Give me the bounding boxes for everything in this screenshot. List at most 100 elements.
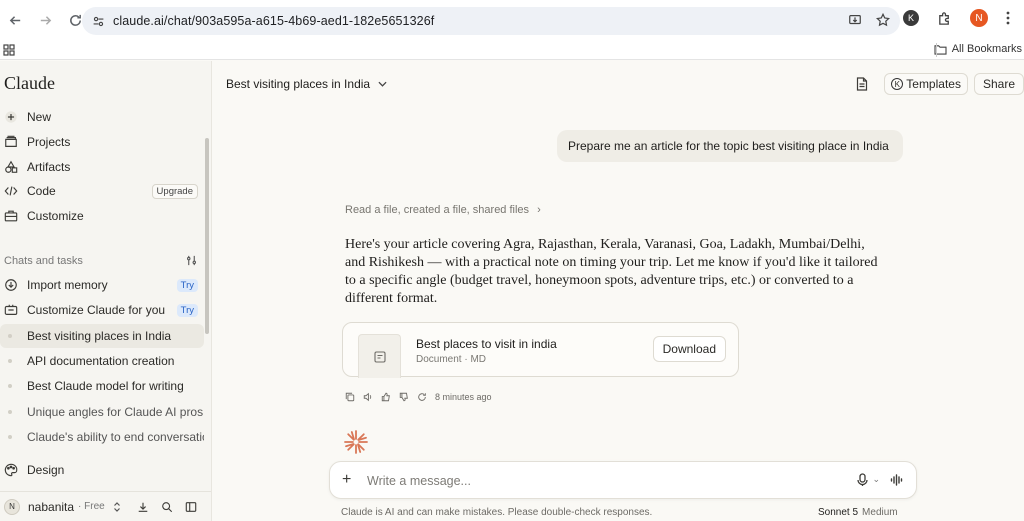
chat-dot xyxy=(8,359,12,363)
chevron-down-icon[interactable]: ⌄ xyxy=(872,474,880,485)
sidebar: Claude New Projects Artifacts Code Upgra… xyxy=(0,61,212,521)
chat-item-best-claude-model[interactable]: Best Claude model for writing xyxy=(0,374,204,398)
section-label-chats: Chats and tasks xyxy=(4,255,83,267)
profile-k-avatar[interactable]: K xyxy=(903,10,919,26)
templates-button[interactable]: K Templates xyxy=(884,73,968,95)
chat-item-unique-angles[interactable]: Unique angles for Claude AI pros xyxy=(0,400,204,424)
address-bar[interactable]: claude.ai/chat/903a595a-a615-4b69-aed1-1… xyxy=(82,7,900,35)
sidebar-item-artifacts[interactable]: Artifacts xyxy=(0,155,204,179)
retry-icon[interactable] xyxy=(417,392,427,402)
file-meta: Document · MD xyxy=(416,354,487,365)
import-icon xyxy=(4,278,18,292)
sidebar-item-design[interactable]: Design xyxy=(0,458,204,482)
upgrade-badge[interactable]: Upgrade xyxy=(151,183,198,199)
sidebar-item-customize-claude[interactable]: Customize Claude for you Try xyxy=(0,298,204,322)
chat-item-label: Best visiting places in India xyxy=(27,329,172,343)
user-message: Prepare me an article for the topic best… xyxy=(557,130,903,162)
chat-item-label: API documentation creation xyxy=(27,354,175,368)
sidebar-item-label: Artifacts xyxy=(27,160,71,174)
conversation-title: Best visiting places in India xyxy=(226,77,371,91)
briefcase-icon xyxy=(4,209,18,223)
plus-icon xyxy=(4,110,18,124)
chat-item-label: Unique angles for Claude AI pros xyxy=(27,405,204,419)
chat-dot xyxy=(8,410,12,414)
filter-icon[interactable] xyxy=(186,255,197,269)
shapes-icon xyxy=(4,160,18,174)
add-attachment-icon[interactable]: + xyxy=(342,471,351,489)
share-button[interactable]: Share xyxy=(973,73,1024,95)
menu-icon[interactable] xyxy=(1006,11,1010,25)
sidebar-item-import-memory[interactable]: Import memory Try xyxy=(0,273,204,297)
model-selector[interactable]: Sonnet 5 Medium xyxy=(818,507,898,518)
download-button[interactable]: Download xyxy=(652,336,726,362)
user-menu[interactable]: N nabanita · Free xyxy=(0,491,211,521)
claude-spark-icon xyxy=(344,430,368,454)
sidebar-item-new[interactable]: New xyxy=(0,105,204,129)
copy-icon[interactable] xyxy=(345,392,355,402)
tool-summary-toggle[interactable]: Read a file, created a file, shared file… xyxy=(345,204,541,216)
templates-k-icon: K xyxy=(891,78,904,90)
star-icon[interactable] xyxy=(876,13,890,27)
site-info-icon[interactable] xyxy=(92,15,105,28)
browser-toolbar: claude.ai/chat/903a595a-a615-4b69-aed1-1… xyxy=(0,0,1024,40)
conversation-title-button[interactable]: Best visiting places in India xyxy=(226,77,387,91)
all-bookmarks-label: All Bookmarks xyxy=(951,43,1022,55)
chevron-up-down-icon xyxy=(113,501,120,512)
voice-mode-icon[interactable] xyxy=(890,473,904,487)
back-icon[interactable] xyxy=(4,9,26,31)
message-input[interactable]: Write a message... xyxy=(367,474,471,488)
chat-item-end-conversations[interactable]: Claude's ability to end conversations xyxy=(0,425,204,449)
microphone-icon[interactable] xyxy=(857,473,868,487)
chevron-down-icon xyxy=(378,81,387,87)
chat-item-api-documentation[interactable]: API documentation creation xyxy=(0,349,204,373)
templates-label: Templates xyxy=(906,77,961,91)
speaker-icon[interactable] xyxy=(363,392,373,402)
forward-icon[interactable] xyxy=(34,9,56,31)
url-text[interactable]: claude.ai/chat/903a595a-a615-4b69-aed1-1… xyxy=(113,14,434,28)
message-composer[interactable]: + Write a message... ⌄ xyxy=(329,461,917,499)
sidebar-item-customize[interactable]: Customize xyxy=(0,204,204,228)
chat-item-best-visiting-places[interactable]: Best visiting places in India xyxy=(0,324,204,348)
extensions-icon[interactable] xyxy=(937,11,952,26)
markdown-file-icon xyxy=(373,350,386,363)
main-panel: Best visiting places in India K Template… xyxy=(212,61,1024,521)
message-timestamp: 8 minutes ago xyxy=(435,392,492,402)
profile-avatar[interactable]: N xyxy=(970,9,988,27)
sidebar-scrollbar[interactable] xyxy=(205,138,209,334)
assistant-message: Here's your article covering Agra, Rajas… xyxy=(345,237,878,306)
try-badge[interactable]: Try xyxy=(176,303,198,317)
bookmarks-bar: All Bookmarks xyxy=(0,40,1024,60)
all-bookmarks-button[interactable]: All Bookmarks xyxy=(934,43,1022,55)
sidebar-item-label: Customize xyxy=(27,209,84,223)
sidebar-item-code[interactable]: Code Upgrade xyxy=(0,179,204,203)
file-name: Best places to visit in india xyxy=(416,337,557,351)
sidebar-item-label: Projects xyxy=(27,135,71,149)
brand-logo[interactable]: Claude xyxy=(4,73,55,94)
model-effort: Medium xyxy=(862,507,898,518)
message-actions: 8 minutes ago xyxy=(345,392,492,402)
file-card[interactable]: Best places to visit in india Document ·… xyxy=(342,322,739,378)
user-plan: · Free xyxy=(78,501,105,512)
model-name: Sonnet 5 xyxy=(818,507,859,518)
apps-grid-icon[interactable] xyxy=(3,44,15,56)
sidebar-item-label: Customize Claude for you xyxy=(27,303,166,317)
search-icon[interactable] xyxy=(161,501,173,513)
code-icon xyxy=(4,184,18,198)
chat-dot xyxy=(8,435,12,439)
user-name: nabanita xyxy=(28,499,75,514)
bookmarks-divider xyxy=(936,43,937,57)
tool-summary-text: Read a file, created a file, shared file… xyxy=(345,204,530,216)
folder-icon xyxy=(4,135,18,149)
chevron-right-icon: › xyxy=(537,204,541,216)
download-icon[interactable] xyxy=(137,501,149,513)
thumbs-up-icon[interactable] xyxy=(381,392,391,402)
thumbs-down-icon[interactable] xyxy=(399,392,409,402)
sidebar-toggle-icon[interactable] xyxy=(185,501,197,513)
disclaimer-text: Claude is AI and can make mistakes. Plea… xyxy=(341,507,653,518)
install-app-icon[interactable] xyxy=(848,13,862,27)
document-icon[interactable] xyxy=(852,74,872,94)
avatar: N xyxy=(4,498,20,515)
try-badge[interactable]: Try xyxy=(176,278,198,292)
sidebar-item-label: New xyxy=(27,110,52,124)
sidebar-item-projects[interactable]: Projects xyxy=(0,130,204,154)
